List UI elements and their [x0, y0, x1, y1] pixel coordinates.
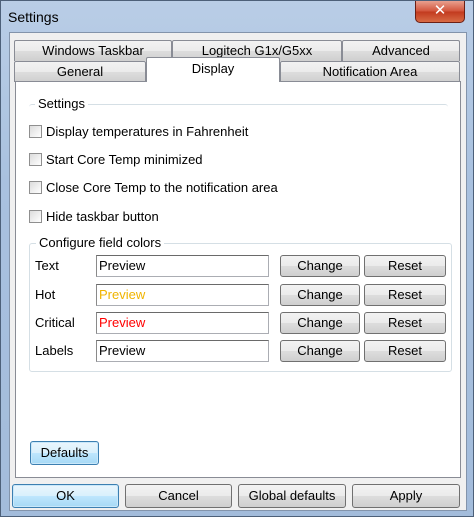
- tab-general[interactable]: General: [14, 61, 146, 82]
- tab-display[interactable]: Display: [146, 57, 280, 82]
- settings-window: Settings ✕ Windows Taskbar Logitech G1x/…: [0, 0, 474, 517]
- global-defaults-button[interactable]: Global defaults: [238, 484, 346, 508]
- color-label-hot: Hot: [35, 287, 56, 302]
- reset-text-color-button[interactable]: Reset: [364, 255, 446, 277]
- preview-critical-field: Preview: [96, 312, 269, 334]
- fahrenheit-checkbox[interactable]: [29, 125, 42, 138]
- defaults-button[interactable]: Defaults: [30, 441, 99, 465]
- fahrenheit-label: Display temperatures in Fahrenheit: [46, 124, 249, 139]
- option-close-to-tray[interactable]: Close Core Temp to the notification area: [29, 180, 329, 196]
- start-minimized-checkbox[interactable]: [29, 153, 42, 166]
- change-text-color-button[interactable]: Change: [280, 255, 360, 277]
- color-label-labels: Labels: [35, 343, 74, 358]
- field-colors-group: Configure field colors Text Preview Chan…: [29, 236, 452, 372]
- color-label-text: Text: [35, 258, 59, 273]
- preview-hot-field: Preview: [96, 284, 269, 306]
- start-minimized-label: Start Core Temp minimized: [46, 152, 203, 167]
- option-hide-taskbar-button[interactable]: Hide taskbar button: [29, 209, 329, 225]
- change-critical-color-button[interactable]: Change: [280, 312, 360, 334]
- cancel-button[interactable]: Cancel: [125, 484, 232, 508]
- title-bar[interactable]: Settings ✕: [1, 1, 473, 33]
- preview-text-field: Preview: [96, 255, 269, 277]
- change-hot-color-button[interactable]: Change: [280, 284, 360, 306]
- reset-labels-color-button[interactable]: Reset: [364, 340, 446, 362]
- apply-button[interactable]: Apply: [352, 484, 460, 508]
- option-start-minimized[interactable]: Start Core Temp minimized: [29, 152, 329, 168]
- close-to-tray-label: Close Core Temp to the notification area: [46, 180, 278, 195]
- field-colors-legend: Configure field colors: [36, 236, 165, 250]
- close-to-tray-checkbox[interactable]: [29, 181, 42, 194]
- preview-labels-field: Preview: [96, 340, 269, 362]
- display-tab-panel: Settings Display temperatures in Fahrenh…: [15, 81, 461, 478]
- tab-notification-area[interactable]: Notification Area: [280, 61, 460, 82]
- close-button[interactable]: ✕: [415, 1, 465, 23]
- window-title: Settings: [8, 9, 59, 25]
- close-icon: ✕: [433, 2, 447, 19]
- option-fahrenheit[interactable]: Display temperatures in Fahrenheit: [29, 124, 329, 140]
- reset-hot-color-button[interactable]: Reset: [364, 284, 446, 306]
- color-label-critical: Critical: [35, 315, 75, 330]
- hide-taskbar-checkbox[interactable]: [29, 210, 42, 223]
- tab-advanced[interactable]: Advanced: [342, 40, 460, 61]
- change-labels-color-button[interactable]: Change: [280, 340, 360, 362]
- reset-critical-color-button[interactable]: Reset: [364, 312, 446, 334]
- ok-button[interactable]: OK: [12, 484, 119, 508]
- settings-group-legend: Settings: [35, 97, 88, 111]
- hide-taskbar-label: Hide taskbar button: [46, 209, 159, 224]
